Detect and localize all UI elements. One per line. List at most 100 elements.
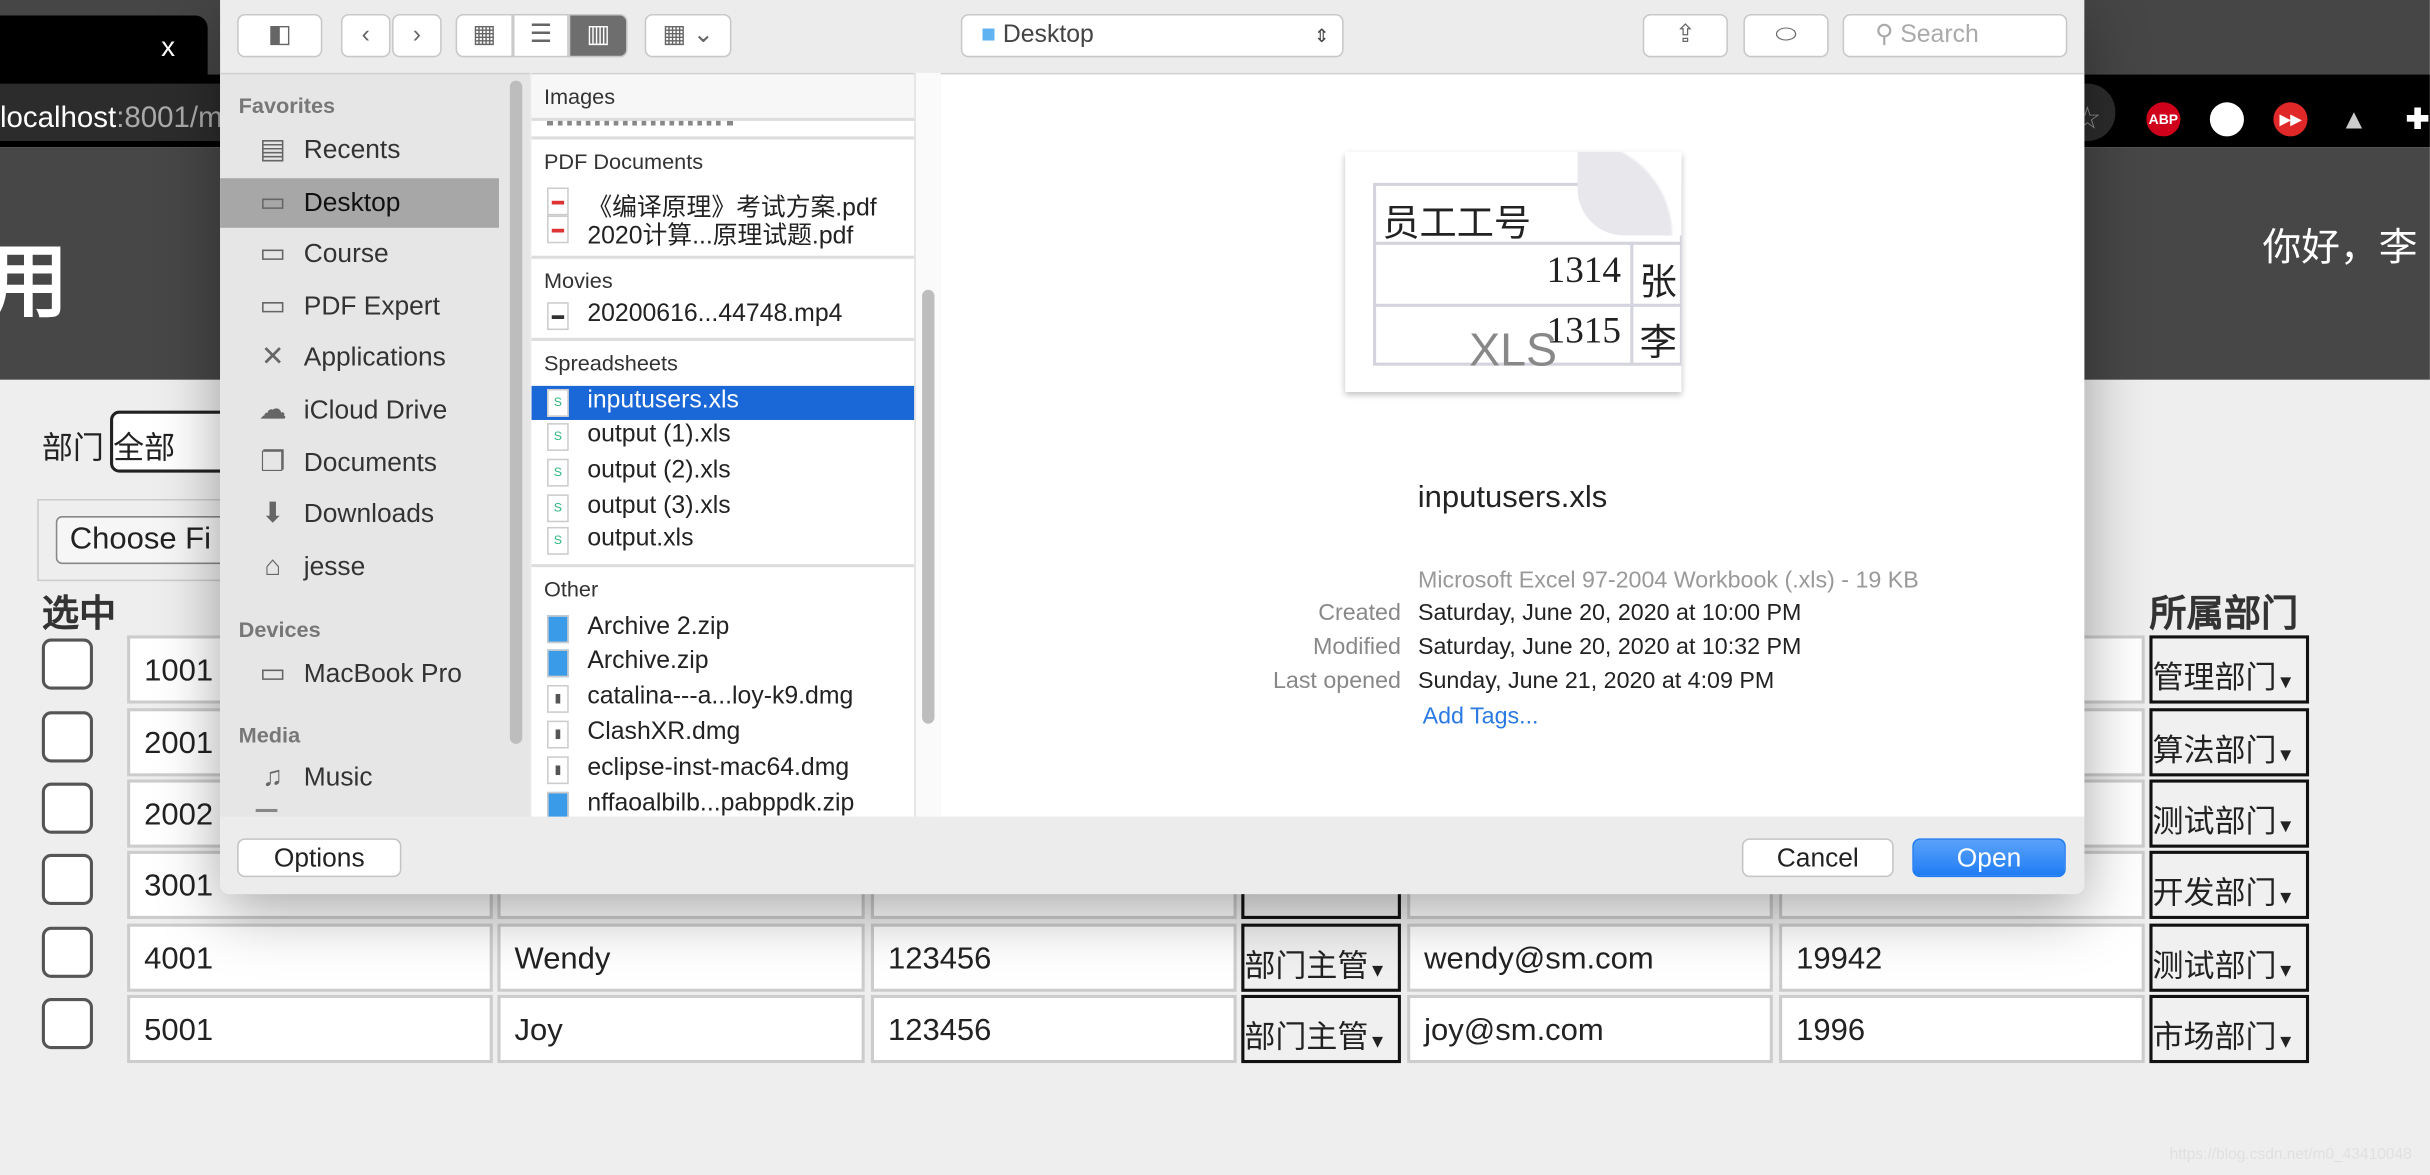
options-button[interactable]: Options [237,838,402,878]
department-filter-label: 部门 [41,432,104,467]
address-text[interactable]: localhost:8001/m [0,102,223,136]
file-item[interactable]: Sinputusers.xls [531,385,915,420]
folder-icon: ▭ [259,289,286,321]
phone-cell[interactable]: 1996 [1779,994,2145,1064]
column-view-button[interactable]: ▥ [568,13,628,58]
list-view-button[interactable]: ☰ [512,13,569,58]
sidebar-item-applications[interactable]: ✕ Applications [220,334,499,384]
id-cell[interactable]: 4001 [127,923,493,992]
share-button[interactable]: ⇪ [1642,13,1728,58]
row-checkbox[interactable] [41,638,93,690]
pdf-file-icon: ▬ [547,187,569,216]
dept-select[interactable]: 测试部门▼ [2149,779,2310,848]
sidebar-item-icloud-drive[interactable]: ☁ iCloud Drive [220,386,499,436]
column-scrollbar-thumb[interactable] [922,289,935,724]
partial-image-row [547,120,734,127]
sidebar-item-label: jesse [303,551,366,581]
extensions-puzzle-icon[interactable]: ✚ [2400,102,2429,136]
dept-select[interactable]: 算法部门▼ [2149,708,2310,777]
role-select[interactable]: 部门主管▼ [1241,923,1401,992]
dept-value: 测试部门 [2152,805,2277,840]
file-item[interactable]: ▬ 2020计算...原理试题.pdf [532,212,915,250]
dept-select[interactable]: 测试部门▼ [2149,923,2310,992]
row-checkbox[interactable] [41,782,93,834]
id-cell[interactable]: 5001 [127,994,493,1064]
extension-mountain-icon[interactable]: ▲ [2337,102,2371,136]
email-cell[interactable]: joy@sm.com [1407,994,1773,1064]
file-item[interactable]: Archive.zip [532,646,915,680]
tab-close-icon[interactable]: x [161,31,175,64]
row-checkbox[interactable] [41,711,93,763]
group-by-button[interactable]: ▦ ⌄ [644,13,732,58]
file-item[interactable]: Soutput (1).xls [532,420,915,454]
dept-select[interactable]: 市场部门▼ [2149,994,2310,1064]
dropdown-arrow-icon: ▼ [2276,743,2295,766]
back-button[interactable]: ‹ [340,13,391,58]
file-item[interactable]: Soutput (3).xls [532,491,915,525]
sidebar-item-music[interactable]: ♫ Music [220,753,499,803]
sidebar-scrollbar[interactable] [509,80,523,744]
column-header-department: 所属部门 [2149,593,2299,636]
group-header-movies: Movies [531,255,915,300]
role-select[interactable]: 部门主管▼ [1241,994,1401,1064]
list-icon: ☰ [529,21,552,49]
sidebar-item-desktop[interactable]: ▭ Desktop [220,177,500,228]
sidebar-item-pdf-expert[interactable]: ▭ PDF Expert [220,282,499,332]
icon-view-button[interactable]: ▦ [455,13,513,58]
cloud-icon: ☁ [258,393,287,425]
phone-cell[interactable]: 19942 [1779,923,2145,992]
thumb-cell: 1315 [1546,311,1621,352]
open-button[interactable]: Open [1912,838,2066,878]
sidebar-item-course[interactable]: ▭ Course [220,230,499,280]
tags-button[interactable]: ⬭ [1743,13,1829,58]
row-checkbox[interactable] [41,926,93,978]
file-item[interactable]: Soutput (2).xls [532,456,915,490]
sidebar-item-label: Downloads [303,499,435,529]
row-checkbox[interactable] [41,853,93,906]
column-scrollbar[interactable] [914,72,941,817]
extension-egg-icon[interactable] [2209,102,2244,137]
xls-badge: XLS [1469,325,1558,377]
sidebar-item-documents[interactable]: ❐ Documents [220,438,499,488]
pwd-cell[interactable]: 123456 [870,923,1237,992]
file-item[interactable]: Soutput.xls [532,524,915,558]
sidebar-toggle-button[interactable]: ◧ [237,13,323,58]
file-column: PDF Documents ▬ 《编译原理》考试方案.pdf ▬ 2020计算...原理… [531,72,915,817]
name-cell[interactable]: Joy [497,994,865,1064]
pwd-cell[interactable]: 123456 [870,994,1237,1064]
home-icon: ⌂ [264,549,282,581]
dropdown-arrow-icon: ▼ [2276,959,2295,981]
user-greeting: 你好，李 [2262,226,2418,270]
file-item[interactable]: Archive 2.zip [532,612,915,646]
dept-select[interactable]: 管理部门▼ [2149,635,2310,704]
sidebar-toggle-icon: ◧ [268,21,292,49]
file-item[interactable]: ▮ ClashXR.dmg [532,718,915,752]
search-field[interactable]: ⚲ Search [1842,13,2068,58]
dropdown-arrow-icon: ▼ [2276,671,2295,693]
row-checkbox[interactable] [41,998,93,1050]
extension-fastforward-icon[interactable]: ▶▶ [2273,102,2308,137]
downloads-icon: ⬇ [261,497,285,529]
dept-value: 市场部门 [2152,1021,2277,1056]
cancel-button[interactable]: Cancel [1741,838,1894,878]
file-item[interactable]: ▬ 20200616...44748.mp4 [532,299,915,333]
add-tags-link[interactable]: Add Tags... [1423,704,1539,730]
email-cell[interactable]: wendy@sm.com [1407,923,1773,992]
chevron-left-icon: ‹ [361,21,370,49]
location-label: Desktop [1002,21,1094,49]
adblock-plus-icon[interactable]: ABP [2146,102,2181,137]
name-cell[interactable]: Wendy [497,923,865,992]
zip-file-icon [547,791,569,817]
thumb-cell: 李 [1639,323,1677,365]
sidebar-item-jesse[interactable]: ⌂ jesse [220,542,499,592]
dept-select[interactable]: 开发部门▼ [2149,850,2310,919]
sidebar-item-macbook-pro[interactable]: ▭ MacBook Pro [220,649,499,699]
file-item[interactable]: nffaoalbilb...pabppdk.zip [532,789,915,817]
file-item[interactable]: ▮ eclipse-inst-mac64.dmg [532,753,915,787]
file-item[interactable]: ▮ catalina---a...loy-k9.dmg [532,682,915,716]
location-popup[interactable]: ■ Desktop ⇕ [960,13,1344,58]
sidebar-item-recents[interactable]: ▤ Recents [220,126,499,176]
file-name: Archive.zip [587,647,709,675]
sidebar-item-downloads[interactable]: ⬇ Downloads [220,490,499,540]
forward-button[interactable]: › [392,13,442,58]
